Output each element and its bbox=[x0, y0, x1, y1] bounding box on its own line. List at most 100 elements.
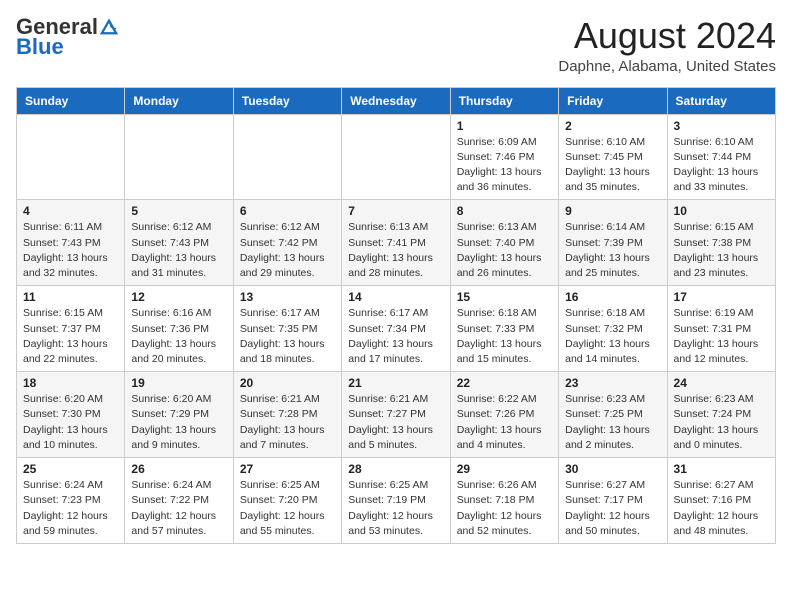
day-info: Sunrise: 6:17 AM Sunset: 7:35 PM Dayligh… bbox=[240, 306, 335, 367]
calendar-week-row: 4 Sunrise: 6:11 AM Sunset: 7:43 PM Daylig… bbox=[17, 200, 776, 286]
day-number: 19 bbox=[131, 376, 226, 390]
day-info: Sunrise: 6:24 AM Sunset: 7:22 PM Dayligh… bbox=[131, 478, 226, 539]
calendar-cell: 24Sunrise: 6:23 AM Sunset: 7:24 PM Dayli… bbox=[667, 372, 775, 458]
day-info: Sunrise: 6:13 AM Sunset: 7:40 PM Dayligh… bbox=[457, 220, 552, 281]
day-info: Sunrise: 6:16 AM Sunset: 7:36 PM Dayligh… bbox=[131, 306, 226, 367]
col-header-saturday: Saturday bbox=[667, 87, 775, 114]
day-info: Sunrise: 6:21 AM Sunset: 7:27 PM Dayligh… bbox=[348, 392, 443, 453]
col-header-thursday: Thursday bbox=[450, 87, 558, 114]
logo-icon bbox=[100, 18, 118, 36]
day-number: 4 bbox=[23, 204, 118, 218]
day-number: 13 bbox=[240, 290, 335, 304]
calendar-cell: 25 Sunrise: 6:24 AM Sunset: 7:23 PM Dayli… bbox=[17, 458, 125, 544]
month-title: August 2024 bbox=[558, 16, 776, 56]
day-number: 27 bbox=[240, 462, 335, 476]
calendar-cell: 28 Sunrise: 6:25 AM Sunset: 7:19 PM Dayli… bbox=[342, 458, 450, 544]
day-info: Sunrise: 6:24 AM Sunset: 7:23 PM Dayligh… bbox=[23, 478, 118, 539]
calendar-cell: 31 Sunrise: 6:27 AM Sunset: 7:16 PM Dayli… bbox=[667, 458, 775, 544]
calendar-cell: 8 Sunrise: 6:13 AM Sunset: 7:40 PM Daylig… bbox=[450, 200, 558, 286]
day-info: Sunrise: 6:15 AM Sunset: 7:37 PM Dayligh… bbox=[23, 306, 118, 367]
col-header-wednesday: Wednesday bbox=[342, 87, 450, 114]
calendar-week-row: 18 Sunrise: 6:20 AM Sunset: 7:30 PM Dayli… bbox=[17, 372, 776, 458]
day-info: Sunrise: 6:11 AM Sunset: 7:43 PM Dayligh… bbox=[23, 220, 118, 281]
calendar-cell: 27 Sunrise: 6:25 AM Sunset: 7:20 PM Dayli… bbox=[233, 458, 341, 544]
calendar-cell: 29Sunrise: 6:26 AM Sunset: 7:18 PM Dayli… bbox=[450, 458, 558, 544]
day-info: Sunrise: 6:09 AM Sunset: 7:46 PM Dayligh… bbox=[457, 135, 552, 196]
calendar-header-row: SundayMondayTuesdayWednesdayThursdayFrid… bbox=[17, 87, 776, 114]
day-number: 29 bbox=[457, 462, 552, 476]
day-number: 31 bbox=[674, 462, 769, 476]
day-info: Sunrise: 6:22 AM Sunset: 7:26 PM Dayligh… bbox=[457, 392, 552, 453]
logo: General Blue bbox=[16, 16, 118, 60]
day-number: 1 bbox=[457, 119, 552, 133]
day-info: Sunrise: 6:10 AM Sunset: 7:45 PM Dayligh… bbox=[565, 135, 660, 196]
day-number: 12 bbox=[131, 290, 226, 304]
day-info: Sunrise: 6:12 AM Sunset: 7:43 PM Dayligh… bbox=[131, 220, 226, 281]
calendar-cell: 3 Sunrise: 6:10 AM Sunset: 7:44 PM Daylig… bbox=[667, 114, 775, 200]
header: General Blue August 2024 Daphne, Alabama… bbox=[16, 16, 776, 75]
calendar-cell: 18 Sunrise: 6:20 AM Sunset: 7:30 PM Dayli… bbox=[17, 372, 125, 458]
calendar-cell: 10Sunrise: 6:15 AM Sunset: 7:38 PM Dayli… bbox=[667, 200, 775, 286]
day-info: Sunrise: 6:23 AM Sunset: 7:25 PM Dayligh… bbox=[565, 392, 660, 453]
calendar-week-row: 11 Sunrise: 6:15 AM Sunset: 7:37 PM Dayli… bbox=[17, 286, 776, 372]
day-number: 28 bbox=[348, 462, 443, 476]
day-info: Sunrise: 6:25 AM Sunset: 7:20 PM Dayligh… bbox=[240, 478, 335, 539]
day-number: 21 bbox=[348, 376, 443, 390]
day-number: 6 bbox=[240, 204, 335, 218]
col-header-sunday: Sunday bbox=[17, 87, 125, 114]
calendar-cell: 23 Sunrise: 6:23 AM Sunset: 7:25 PM Dayli… bbox=[559, 372, 667, 458]
calendar-cell: 30 Sunrise: 6:27 AM Sunset: 7:17 PM Dayli… bbox=[559, 458, 667, 544]
calendar-cell bbox=[233, 114, 341, 200]
day-number: 3 bbox=[674, 119, 769, 133]
day-number: 5 bbox=[131, 204, 226, 218]
calendar-cell: 11 Sunrise: 6:15 AM Sunset: 7:37 PM Dayli… bbox=[17, 286, 125, 372]
calendar-cell bbox=[17, 114, 125, 200]
logo-blue-text: Blue bbox=[16, 34, 64, 60]
day-number: 8 bbox=[457, 204, 552, 218]
calendar-cell: 16 Sunrise: 6:18 AM Sunset: 7:32 PM Dayli… bbox=[559, 286, 667, 372]
col-header-tuesday: Tuesday bbox=[233, 87, 341, 114]
day-number: 17 bbox=[674, 290, 769, 304]
calendar-cell: 26 Sunrise: 6:24 AM Sunset: 7:22 PM Dayli… bbox=[125, 458, 233, 544]
calendar-cell: 19Sunrise: 6:20 AM Sunset: 7:29 PM Dayli… bbox=[125, 372, 233, 458]
day-number: 22 bbox=[457, 376, 552, 390]
day-info: Sunrise: 6:23 AM Sunset: 7:24 PM Dayligh… bbox=[674, 392, 769, 453]
day-info: Sunrise: 6:25 AM Sunset: 7:19 PM Dayligh… bbox=[348, 478, 443, 539]
title-area: August 2024 Daphne, Alabama, United Stat… bbox=[558, 16, 776, 75]
day-number: 2 bbox=[565, 119, 660, 133]
day-number: 23 bbox=[565, 376, 660, 390]
day-info: Sunrise: 6:14 AM Sunset: 7:39 PM Dayligh… bbox=[565, 220, 660, 281]
calendar-cell: 7Sunrise: 6:13 AM Sunset: 7:41 PM Daylig… bbox=[342, 200, 450, 286]
day-info: Sunrise: 6:18 AM Sunset: 7:32 PM Dayligh… bbox=[565, 306, 660, 367]
day-info: Sunrise: 6:20 AM Sunset: 7:30 PM Dayligh… bbox=[23, 392, 118, 453]
day-info: Sunrise: 6:19 AM Sunset: 7:31 PM Dayligh… bbox=[674, 306, 769, 367]
calendar-cell bbox=[125, 114, 233, 200]
calendar-cell: 6 Sunrise: 6:12 AM Sunset: 7:42 PM Daylig… bbox=[233, 200, 341, 286]
calendar-cell: 22 Sunrise: 6:22 AM Sunset: 7:26 PM Dayli… bbox=[450, 372, 558, 458]
day-info: Sunrise: 6:10 AM Sunset: 7:44 PM Dayligh… bbox=[674, 135, 769, 196]
day-number: 11 bbox=[23, 290, 118, 304]
day-number: 20 bbox=[240, 376, 335, 390]
calendar-cell: 2 Sunrise: 6:10 AM Sunset: 7:45 PM Daylig… bbox=[559, 114, 667, 200]
day-info: Sunrise: 6:12 AM Sunset: 7:42 PM Dayligh… bbox=[240, 220, 335, 281]
calendar-cell bbox=[342, 114, 450, 200]
day-info: Sunrise: 6:27 AM Sunset: 7:16 PM Dayligh… bbox=[674, 478, 769, 539]
calendar-cell: 13 Sunrise: 6:17 AM Sunset: 7:35 PM Dayli… bbox=[233, 286, 341, 372]
day-number: 25 bbox=[23, 462, 118, 476]
day-number: 16 bbox=[565, 290, 660, 304]
day-info: Sunrise: 6:18 AM Sunset: 7:33 PM Dayligh… bbox=[457, 306, 552, 367]
day-number: 10 bbox=[674, 204, 769, 218]
day-number: 30 bbox=[565, 462, 660, 476]
day-info: Sunrise: 6:21 AM Sunset: 7:28 PM Dayligh… bbox=[240, 392, 335, 453]
calendar-cell: 1 Sunrise: 6:09 AM Sunset: 7:46 PM Daylig… bbox=[450, 114, 558, 200]
col-header-monday: Monday bbox=[125, 87, 233, 114]
calendar-cell: 14Sunrise: 6:17 AM Sunset: 7:34 PM Dayli… bbox=[342, 286, 450, 372]
location-title: Daphne, Alabama, United States bbox=[558, 58, 776, 75]
day-info: Sunrise: 6:27 AM Sunset: 7:17 PM Dayligh… bbox=[565, 478, 660, 539]
day-info: Sunrise: 6:13 AM Sunset: 7:41 PM Dayligh… bbox=[348, 220, 443, 281]
day-number: 18 bbox=[23, 376, 118, 390]
day-number: 15 bbox=[457, 290, 552, 304]
calendar-cell: 21 Sunrise: 6:21 AM Sunset: 7:27 PM Dayli… bbox=[342, 372, 450, 458]
day-number: 26 bbox=[131, 462, 226, 476]
calendar-cell: 5 Sunrise: 6:12 AM Sunset: 7:43 PM Daylig… bbox=[125, 200, 233, 286]
